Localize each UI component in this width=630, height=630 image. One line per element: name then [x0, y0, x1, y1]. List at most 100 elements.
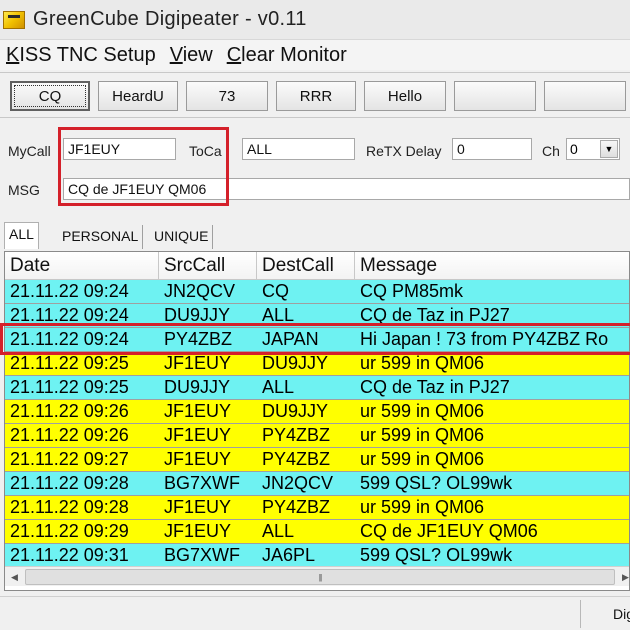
cell-date: 21.11.22 09:29: [10, 521, 129, 541]
compose-form: MyCall JF1EUY ToCa ALL ReTX Delay 0 Ch 0…: [0, 120, 630, 220]
grid-header: Date SrcCall DestCall Message: [5, 252, 629, 280]
cell-date: 21.11.22 09:26: [10, 401, 129, 421]
table-row[interactable]: 21.11.22 09:24 PY4ZBZ JAPAN Hi Japan ! 73 f…: [5, 328, 629, 352]
filter-tabs: ALL PERSONAL UNIQUE: [0, 222, 630, 250]
retx-delay-field[interactable]: 0: [452, 138, 532, 160]
cell-destcall: PY4ZBZ: [262, 497, 331, 517]
cell-srccall: JF1EUY: [164, 449, 232, 469]
chevron-down-icon[interactable]: ▼: [600, 140, 618, 158]
app-icon: [3, 10, 25, 29]
cell-message: 599 QSL? OL99wk: [360, 473, 513, 493]
table-row[interactable]: 21.11.22 09:25 JF1EUY DU9JJY ur 599 in QM06: [5, 352, 629, 376]
cell-destcall: PY4ZBZ: [262, 449, 331, 469]
cell-srccall: JF1EUY: [164, 425, 232, 445]
cell-message: ur 599 in QM06: [360, 497, 485, 517]
cell-message: CQ de Taz in PJ27: [360, 305, 510, 325]
retx-delay-label: ReTX Delay: [366, 143, 442, 159]
menu-view[interactable]: View: [170, 44, 213, 67]
cell-message: ur 599 in QM06: [360, 425, 485, 445]
cell-srccall: PY4ZBZ: [164, 329, 233, 349]
cell-destcall: ALL: [262, 305, 295, 325]
tocall-label: ToCa: [189, 143, 222, 159]
cell-date: 21.11.22 09:25: [10, 377, 129, 397]
cell-date: 21.11.22 09:28: [10, 497, 129, 517]
hello-button[interactable]: Hello: [364, 81, 446, 111]
cell-destcall: DU9JJY: [262, 353, 329, 373]
macro-toolbar: CQ HeardU 73 RRR Hello: [0, 72, 630, 118]
cell-srccall: JF1EUY: [164, 353, 232, 373]
column-header-date[interactable]: Date: [5, 252, 159, 280]
status-text: Dig: [613, 606, 630, 622]
msg-field[interactable]: CQ de JF1EUY QM06: [63, 178, 630, 200]
channel-value: 0: [570, 141, 578, 157]
cell-destcall: JN2QCV: [262, 473, 334, 493]
column-header-destcall[interactable]: DestCall: [257, 252, 355, 280]
cell-srccall: JF1EUY: [164, 497, 232, 517]
status-panel: Dig: [580, 600, 630, 628]
cell-srccall: JF1EUY: [164, 521, 232, 541]
cell-srccall: BG7XWF: [164, 545, 241, 565]
heardu-button[interactable]: HeardU: [98, 81, 178, 111]
cell-message: CQ de Taz in PJ27: [360, 377, 510, 397]
cell-srccall: JN2QCV: [164, 281, 236, 301]
monitor-grid[interactable]: Date SrcCall DestCall Message 21.11.22 0…: [4, 251, 630, 591]
menu-clear-monitor[interactable]: Clear Monitor: [227, 44, 347, 67]
cell-srccall: DU9JJY: [164, 377, 231, 397]
cell-destcall: PY4ZBZ: [262, 425, 331, 445]
table-row[interactable]: 21.11.22 09:31 BG7XWF JA6PL 599 QSL? OL99wk: [5, 544, 629, 568]
column-header-message[interactable]: Message: [355, 252, 629, 280]
grip-icon: |||: [318, 573, 322, 582]
cell-srccall: BG7XWF: [164, 473, 241, 493]
cell-message: Hi Japan ! 73 from PY4ZBZ Ro: [360, 329, 609, 349]
table-row[interactable]: 21.11.22 09:26 JF1EUY PY4ZBZ ur 599 in QM06: [5, 424, 629, 448]
cell-destcall: DU9JJY: [262, 401, 329, 421]
tab-all[interactable]: ALL: [4, 222, 39, 249]
cell-message: CQ PM85mk: [360, 281, 464, 301]
cell-srccall: JF1EUY: [164, 401, 232, 421]
table-row[interactable]: 21.11.22 09:29 JF1EUY ALL CQ de JF1EUY QM06: [5, 520, 629, 544]
73-button[interactable]: 73: [186, 81, 268, 111]
channel-select[interactable]: 0 ▼: [566, 138, 620, 160]
scroll-left-icon[interactable]: ◀: [6, 569, 23, 585]
table-row[interactable]: 21.11.22 09:28 BG7XWF JN2QCV 599 QSL? OL99w…: [5, 472, 629, 496]
scrollbar-thumb[interactable]: |||: [25, 569, 615, 585]
scroll-right-icon[interactable]: ▶: [617, 569, 630, 585]
cell-destcall: JA6PL: [262, 545, 316, 565]
menu-kiss-tnc-setup[interactable]: KISS TNC Setup: [6, 44, 156, 67]
cell-srccall: DU9JJY: [164, 305, 231, 325]
cell-destcall: ALL: [262, 377, 295, 397]
cell-destcall: ALL: [262, 521, 295, 541]
cell-destcall: CQ: [262, 281, 289, 301]
mycall-label: MyCall: [8, 143, 51, 159]
cell-message: CQ de JF1EUY QM06: [360, 521, 538, 541]
menu-bar: KISS TNC Setup View Clear Monitor: [0, 40, 630, 70]
cell-message: ur 599 in QM06: [360, 353, 485, 373]
table-row[interactable]: 21.11.22 09:25 DU9JJY ALL CQ de Taz in PJ27: [5, 376, 629, 400]
cell-message: ur 599 in QM06: [360, 449, 485, 469]
cell-date: 21.11.22 09:24: [10, 281, 129, 301]
cell-message: ur 599 in QM06: [360, 401, 485, 421]
title-bar: GreenCube Digipeater - v0.11: [0, 0, 630, 40]
cell-destcall: JAPAN: [262, 329, 319, 349]
rrr-button[interactable]: RRR: [276, 81, 356, 111]
macro-button-6[interactable]: [454, 81, 536, 111]
table-row[interactable]: 21.11.22 09:24 DU9JJY ALL CQ de Taz in PJ27: [5, 304, 629, 328]
tab-unique[interactable]: UNIQUE: [150, 225, 214, 249]
cell-date: 21.11.22 09:25: [10, 353, 129, 373]
table-row[interactable]: 21.11.22 09:26 JF1EUY DU9JJY ur 599 in QM06: [5, 400, 629, 424]
table-row[interactable]: 21.11.22 09:24 JN2QCV CQ CQ PM85mk: [5, 280, 629, 304]
table-row[interactable]: 21.11.22 09:27 JF1EUY PY4ZBZ ur 599 in QM06: [5, 448, 629, 472]
tab-personal[interactable]: PERSONAL: [58, 225, 144, 249]
cq-button[interactable]: CQ: [10, 81, 90, 111]
cell-message: 599 QSL? OL99wk: [360, 545, 513, 565]
msg-label: MSG: [8, 182, 40, 198]
horizontal-scrollbar[interactable]: ◀ ||| ▶: [5, 566, 629, 586]
table-row[interactable]: 21.11.22 09:28 JF1EUY PY4ZBZ ur 599 in QM06: [5, 496, 629, 520]
status-bar: Dig: [0, 596, 630, 630]
cell-date: 21.11.22 09:24: [10, 305, 129, 325]
mycall-field[interactable]: JF1EUY: [63, 138, 176, 160]
macro-button-7[interactable]: [544, 81, 626, 111]
tocall-field[interactable]: ALL: [242, 138, 355, 160]
column-header-srccall[interactable]: SrcCall: [159, 252, 257, 280]
cell-date: 21.11.22 09:24: [10, 329, 129, 349]
